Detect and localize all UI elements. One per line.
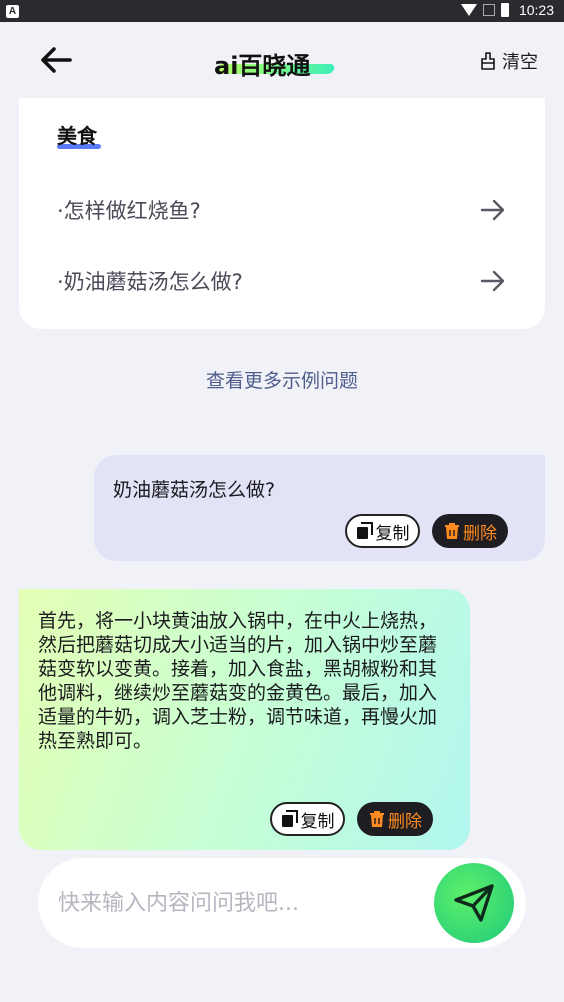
- copy-icon: [356, 522, 373, 539]
- clear-label: 清空: [502, 52, 538, 73]
- delete-button[interactable]: 删除: [432, 514, 508, 548]
- delete-label: 删除: [388, 811, 422, 832]
- copy-label: 复制: [375, 523, 410, 544]
- question-text: ·奶油蘑菇汤怎么做?: [57, 270, 243, 294]
- status-time: 10:23: [518, 2, 554, 18]
- example-questions-card: 美食 ·怎样做红烧鱼? ·奶油蘑菇汤怎么做?: [19, 98, 545, 329]
- category-title: 美食: [57, 124, 97, 148]
- ai-message-text: 首先，将一小块黄油放入锅中，在中火上烧热，然后把蘑菇切成大小适当的片，加入锅中炒…: [38, 610, 438, 752]
- copy-button[interactable]: 复制: [345, 514, 420, 548]
- question-row[interactable]: ·怎样做红烧鱼?: [57, 190, 507, 230]
- app-badge-icon: A: [6, 5, 19, 18]
- status-bar: A 10:23: [0, 0, 564, 22]
- battery-icon: [500, 3, 509, 17]
- clear-button[interactable]: 清空: [478, 48, 538, 74]
- more-examples-link[interactable]: 查看更多示例问题: [0, 366, 564, 393]
- logo-text: ai百晓通: [214, 52, 311, 80]
- wifi-icon: [460, 4, 477, 16]
- message-input[interactable]: [58, 882, 418, 924]
- user-message-text: 奶油蘑菇汤怎么做?: [113, 479, 276, 501]
- back-arrow-icon: [41, 47, 72, 73]
- user-message-bubble: 奶油蘑菇汤怎么做? 复制 删除: [94, 455, 545, 561]
- send-button[interactable]: [434, 863, 514, 943]
- delete-label: 删除: [463, 523, 497, 544]
- arrow-right-icon: [480, 270, 505, 292]
- header: ai百晓通 清空: [0, 22, 564, 98]
- app-logo: ai百晓通: [214, 46, 336, 80]
- arrow-right-icon: [480, 199, 505, 221]
- delete-button[interactable]: 删除: [357, 802, 433, 836]
- copy-icon: [281, 810, 298, 827]
- back-button[interactable]: [38, 42, 74, 78]
- ai-message-bubble: 首先，将一小块黄油放入锅中，在中火上烧热，然后把蘑菇切成大小适当的片，加入锅中炒…: [19, 589, 470, 850]
- signal-icon: [482, 4, 495, 16]
- input-bar: [38, 858, 526, 948]
- question-text: ·怎样做红烧鱼?: [57, 199, 201, 223]
- trash-icon: [370, 811, 384, 827]
- copy-button[interactable]: 复制: [270, 802, 345, 836]
- question-row[interactable]: ·奶油蘑菇汤怎么做?: [57, 261, 507, 301]
- trash-icon: [445, 523, 459, 539]
- broom-icon: [481, 52, 495, 70]
- copy-label: 复制: [300, 811, 335, 832]
- send-icon: [454, 884, 494, 922]
